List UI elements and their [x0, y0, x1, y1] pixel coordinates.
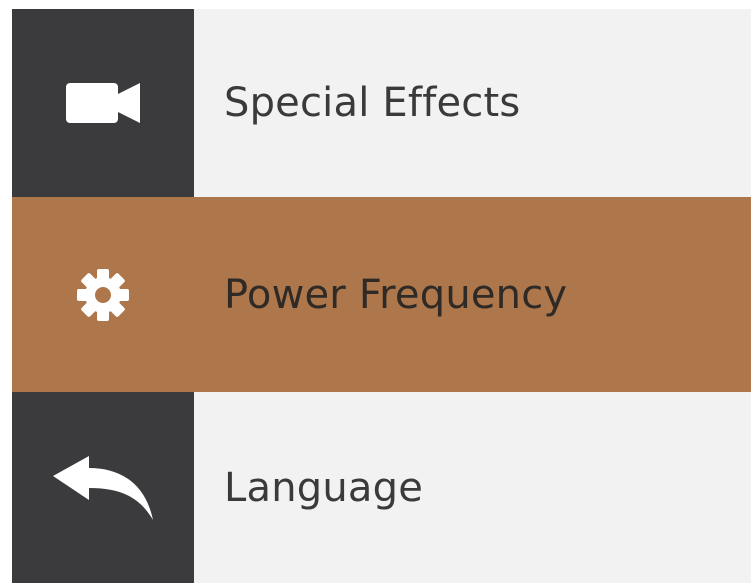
- back-arrow-icon: [53, 455, 153, 520]
- menu-item-label-cell: Special Effects: [194, 9, 751, 197]
- menu-item-label: Language: [224, 464, 424, 511]
- menu-item-special-effects[interactable]: Special Effects: [12, 9, 751, 197]
- menu-item-icon-cell: [12, 197, 194, 392]
- menu-item-label-cell: Power Frequency: [194, 197, 751, 392]
- gear-icon: [75, 267, 131, 323]
- menu-item-label: Power Frequency: [224, 271, 568, 318]
- menu-item-label-cell: Language: [194, 392, 751, 583]
- menu-item-language[interactable]: Language: [12, 392, 751, 583]
- menu-item-icon-cell: [12, 392, 194, 583]
- menu-item-power-frequency[interactable]: Power Frequency: [12, 197, 751, 392]
- video-camera-icon: [66, 81, 140, 125]
- menu-item-icon-cell: [12, 9, 194, 197]
- menu-item-label: Special Effects: [224, 80, 521, 126]
- settings-menu: Special Effects Power Frequency Language: [12, 9, 751, 583]
